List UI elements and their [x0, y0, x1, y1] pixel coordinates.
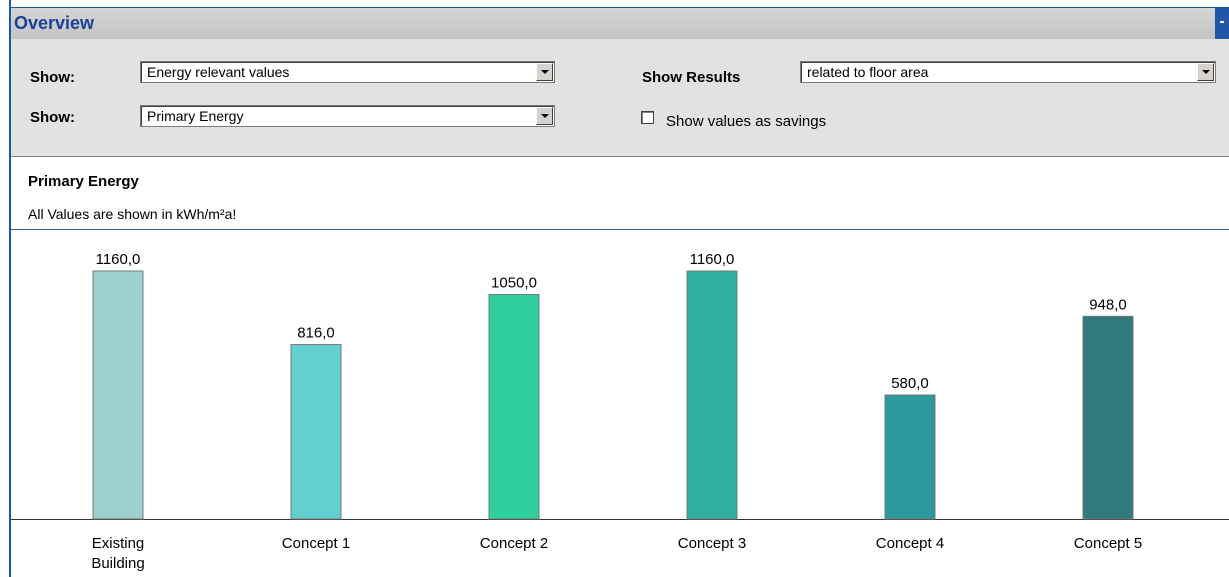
category-label-4: Concept 3 [677, 535, 747, 552]
controls-area: Show: Energy relevant values Show: Prima… [11, 39, 1229, 157]
panel-title-bar: Overview - [11, 7, 1229, 40]
data-label-5: 580,0 [891, 375, 929, 392]
chevron-down-icon[interactable] [536, 107, 553, 125]
show-label-2: Show: [30, 109, 75, 126]
bar-6 [1082, 315, 1134, 520]
category-label-5: Concept 4 [875, 535, 945, 552]
category-label-6: Concept 5 [1073, 535, 1143, 552]
bar-5 [884, 394, 936, 520]
show-results-value: related to floor area [807, 64, 929, 80]
data-label-1: 1160,0 [96, 251, 141, 268]
panel-title: Overview [14, 13, 95, 33]
bar-1 [92, 270, 144, 520]
data-label-4: 1160,0 [690, 251, 735, 268]
bar-2 [290, 344, 342, 520]
category-label-2: Concept 1 [281, 535, 351, 552]
show-dropdown-1[interactable]: Energy relevant values [140, 61, 555, 83]
category-label-1: Existing Building [91, 535, 145, 572]
data-label-6: 948,0 [1089, 296, 1127, 313]
data-label-2: 816,0 [297, 325, 335, 342]
collapse-icon[interactable]: - [1215, 8, 1229, 39]
bar-3 [488, 294, 540, 520]
show-results-label: Show Results [642, 69, 741, 86]
chevron-down-icon[interactable] [1197, 63, 1214, 81]
show-dropdown-2-value: Primary Energy [147, 108, 244, 124]
section-heading: Primary Energy [28, 173, 139, 190]
bar-4 [686, 270, 738, 520]
chevron-down-icon[interactable] [536, 63, 553, 81]
show-dropdown-1-value: Energy relevant values [147, 64, 290, 80]
show-dropdown-2[interactable]: Primary Energy [140, 105, 555, 127]
overview-panel: Overview - Show: Energy relevant values … [0, 0, 1229, 577]
data-label-3: 1050,0 [491, 275, 537, 292]
show-label-1: Show: [30, 69, 75, 86]
units-note: All Values are shown in kWh/m²a! [28, 206, 237, 222]
bar-chart-svg: 1160,0 816,0 1050,0 1160,0 580,0 948,0 [11, 251, 1229, 520]
savings-checkbox-label: Show values as savings [666, 113, 827, 130]
chart-header: Primary Energy All Values are shown in k… [11, 157, 1229, 230]
category-label-3: Concept 2 [479, 535, 549, 552]
show-results-dropdown[interactable]: related to floor area [800, 61, 1216, 83]
bar-chart: 1160,0 816,0 1050,0 1160,0 580,0 948,0 Existi… [11, 230, 1229, 577]
savings-checkbox[interactable] [641, 111, 654, 124]
